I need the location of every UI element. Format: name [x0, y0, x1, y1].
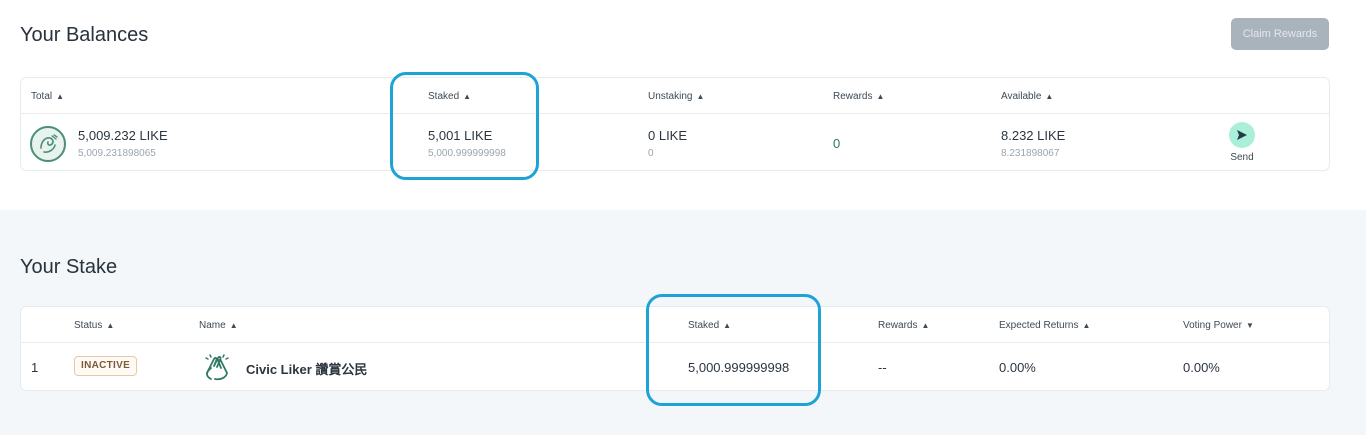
- stake-title: Your Stake: [20, 256, 118, 278]
- row-index: 1: [31, 360, 39, 375]
- sort-up-icon: ▲: [1045, 92, 1054, 101]
- available-exact: 8.231898067: [1001, 148, 1060, 159]
- sort-down-icon: ▼: [1245, 321, 1254, 330]
- header-available-label: Available: [1001, 91, 1042, 102]
- balances-table: Total ▲ Staked ▲ Unstaking ▲ Rewards ▲ Avail…: [20, 77, 1330, 171]
- header-unstaking-label: Unstaking: [648, 91, 693, 102]
- balances-table-header: Total ▲ Staked ▲ Unstaking ▲ Rewards ▲ Avail…: [21, 78, 1329, 114]
- header-voting-power-label: Voting Power: [1183, 320, 1242, 331]
- stake-table-header: Status ▲ Name ▲ Staked ▲ Rewards ▲ Expected …: [21, 307, 1329, 343]
- sort-up-icon: ▲: [463, 92, 472, 101]
- total-value: 5,009.232 LIKE: [78, 128, 168, 143]
- header-expected-returns[interactable]: Expected Returns ▲: [999, 320, 1090, 331]
- header-name-label: Name: [199, 320, 226, 331]
- unstaking-exact: 0: [648, 148, 654, 159]
- voting-power-value: 0.00%: [1183, 360, 1220, 375]
- claim-rewards-button[interactable]: Claim Rewards: [1231, 18, 1329, 50]
- send-button[interactable]: Send: [1221, 122, 1263, 172]
- stake-rewards-value: --: [878, 360, 887, 375]
- balances-title: Your Balances: [20, 24, 149, 46]
- expected-returns-value: 0.00%: [999, 360, 1036, 375]
- sort-up-icon: ▲: [696, 92, 705, 101]
- rewards-value: 0: [833, 136, 841, 151]
- balances-section: Your Balances Claim Rewards Total ▲ Stake…: [0, 0, 1366, 210]
- sort-up-icon: ▲: [106, 321, 115, 330]
- stake-section: Your Stake Status ▲ Name ▲ Staked ▲ Rewards…: [0, 210, 1366, 435]
- header-rewards-label: Rewards: [833, 91, 873, 102]
- header-stake-staked-label: Staked: [688, 320, 720, 331]
- header-name[interactable]: Name ▲: [199, 320, 238, 331]
- sort-up-icon: ▲: [921, 321, 930, 330]
- send-arrow-icon[interactable]: [1229, 122, 1255, 148]
- header-available[interactable]: Available ▲: [1001, 91, 1053, 102]
- sort-up-icon: ▲: [723, 321, 732, 330]
- header-stake-rewards[interactable]: Rewards ▲: [878, 320, 929, 331]
- header-status-label: Status: [74, 320, 103, 331]
- staked-value: 5,001 LIKE: [428, 128, 493, 143]
- sort-up-icon: ▲: [1082, 321, 1091, 330]
- header-voting-power[interactable]: Voting Power ▼: [1183, 320, 1254, 331]
- available-value: 8.232 LIKE: [1001, 128, 1066, 143]
- header-unstaking[interactable]: Unstaking ▲: [648, 91, 704, 102]
- send-label: Send: [1230, 152, 1254, 163]
- like-coin-icon: [30, 126, 66, 162]
- header-stake-rewards-label: Rewards: [878, 320, 918, 331]
- header-staked[interactable]: Staked ▲: [428, 91, 471, 102]
- sort-up-icon: ▲: [876, 92, 885, 101]
- header-total-label: Total: [31, 91, 53, 102]
- stake-table: Status ▲ Name ▲ Staked ▲ Rewards ▲ Expected …: [20, 306, 1330, 391]
- total-exact: 5,009.231898065: [78, 148, 156, 159]
- header-expected-returns-label: Expected Returns: [999, 320, 1079, 331]
- status-badge: INACTIVE: [74, 356, 138, 376]
- header-total[interactable]: Total ▲: [31, 91, 64, 102]
- unstaking-value: 0 LIKE: [648, 128, 688, 143]
- sort-up-icon: ▲: [56, 92, 65, 101]
- sort-up-icon: ▲: [229, 321, 238, 330]
- staked-exact: 5,000.999999998: [428, 148, 506, 159]
- header-stake-staked[interactable]: Staked ▲: [688, 320, 731, 331]
- header-staked-label: Staked: [428, 91, 460, 102]
- clapping-hands-icon: [201, 351, 233, 383]
- header-rewards[interactable]: Rewards ▲: [833, 91, 884, 102]
- validator-name-link[interactable]: Civic Liker 讚賞公民: [246, 359, 367, 378]
- stake-staked-value: 5,000.999999998: [688, 360, 790, 375]
- header-status[interactable]: Status ▲: [74, 320, 114, 331]
